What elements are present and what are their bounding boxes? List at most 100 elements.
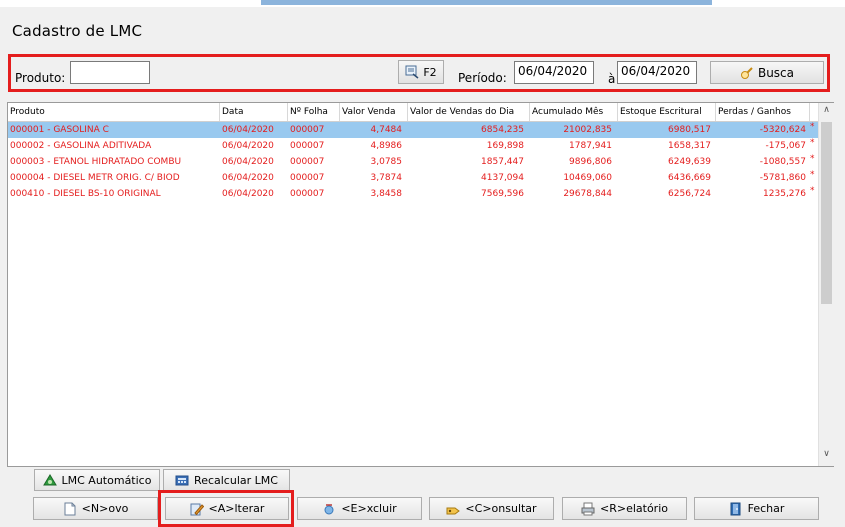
alterar-highlight-box [158,490,294,527]
new-document-icon [63,502,77,516]
cell-valor-venda: 3,7874 [370,173,403,183]
lmc-window: Cadastro de LMC Produto: F2 Período: 06/… [0,7,845,527]
date-from-field[interactable]: 06/04/2020 [514,61,594,84]
cell-perdas: -175,067 [765,141,806,151]
cell-produto: 000004 - DIESEL METR ORIG. C/ BIOD [10,173,180,183]
col-perdas[interactable]: Perdas / Ganhos [716,103,810,121]
cell-valor-venda: 4,8986 [370,141,403,151]
cell-estoque: 6980,517 [668,125,711,135]
cell-acumulado: 21002,835 [563,125,612,135]
row-marker: * [810,154,815,164]
relatorio-label: <R>elatório [600,502,668,515]
cell-data: 06/04/2020 [222,157,274,167]
col-data[interactable]: Data [220,103,288,121]
cell-folha: 000007 [290,157,325,167]
cell-acumulado: 29678,844 [563,189,612,199]
cell-data: 06/04/2020 [222,173,274,183]
busca-button[interactable]: Busca [710,61,824,84]
col-produto[interactable]: Produto [8,103,220,121]
cell-acumulado: 10469,060 [563,173,612,183]
col-estoque[interactable]: Estoque Escritural [618,103,716,121]
recalcular-label: Recalcular LMC [194,473,278,487]
cell-perdas: 1235,276 [763,189,806,199]
cell-folha: 000007 [290,141,325,151]
top-strip-accent [261,0,712,5]
search-panel: Produto: F2 Período: 06/04/2020 à 06/04/… [8,54,830,92]
vertical-scrollbar[interactable]: ∧ ∨ [818,103,834,466]
table-row[interactable]: 000410 - DIESEL BS-10 ORIGINAL 06/04/2020… [8,186,818,202]
cell-produto: 000002 - GASOLINA ADITIVADA [10,141,152,151]
cell-vendas-dia: 169,898 [486,141,524,151]
relatorio-button[interactable]: <R>elatório [562,497,687,520]
periodo-label: Período: [458,71,507,85]
cell-folha: 000007 [290,189,325,199]
cell-valor-venda: 3,0785 [370,157,403,167]
consultar-label: <C>onsultar [465,502,537,515]
cell-produto: 000003 - ETANOL HIDRATADO COMBU [10,157,182,167]
col-vendas-dia[interactable]: Valor de Vendas do Dia [408,103,530,121]
cell-vendas-dia: 7569,596 [481,189,524,199]
table-row[interactable]: 000003 - ETANOL HIDRATADO COMBU 06/04/202… [8,154,818,170]
scroll-up-icon[interactable]: ∧ [819,105,834,115]
fechar-button[interactable]: Fechar [694,497,819,520]
calculator-icon [175,473,189,487]
f2-search-button[interactable]: F2 [398,60,444,84]
cell-acumulado: 1787,941 [569,141,612,151]
cell-vendas-dia: 4137,094 [481,173,524,183]
date-separator: à [608,72,616,86]
top-strip [0,0,845,7]
busca-label: Busca [757,65,795,80]
printer-icon [581,502,595,516]
search-icon [740,66,754,80]
cell-vendas-dia: 1857,447 [481,157,524,167]
cell-data: 06/04/2020 [222,189,274,199]
date-to-field[interactable]: 06/04/2020 [617,61,697,84]
excluir-button[interactable]: <E>xcluir [297,497,422,520]
cell-folha: 000007 [290,173,325,183]
col-acumulado[interactable]: Acumulado Mês [530,103,618,121]
cell-data: 06/04/2020 [222,141,274,151]
exit-door-icon [729,502,743,516]
cell-perdas: -5320,624 [759,125,806,135]
page-title: Cadastro de LMC [12,22,143,40]
row-marker: * [810,170,815,180]
novo-label: <N>ovo [81,502,129,515]
lmc-automatico-button[interactable]: LMC Automático [34,469,160,491]
produto-input[interactable] [70,61,150,84]
cell-acumulado: 9896,806 [569,157,612,167]
lookup-icon [405,65,419,79]
scroll-down-icon[interactable]: ∨ [819,449,834,459]
table-row[interactable]: 000001 - GASOLINA C 06/04/2020 000007 4,748… [8,122,818,138]
cell-estoque: 6436,669 [668,173,711,183]
cell-produto: 000410 - DIESEL BS-10 ORIGINAL [10,189,161,199]
consultar-button[interactable]: <C>onsultar [429,497,554,520]
novo-button[interactable]: <N>ovo [33,497,158,520]
auto-icon [42,473,57,487]
cell-estoque: 6256,724 [668,189,711,199]
cell-vendas-dia: 6854,235 [481,125,524,135]
row-marker: * [810,186,815,196]
row-marker: * [810,138,815,148]
cell-estoque: 1658,317 [668,141,711,151]
cell-perdas: -5781,860 [759,173,806,183]
table-header: Produto Data Nº Folha Valor Venda Valor … [8,103,818,122]
delete-icon [322,502,336,516]
col-folha[interactable]: Nº Folha [288,103,340,121]
recalcular-button[interactable]: Recalcular LMC [163,469,290,491]
produto-label: Produto: [15,71,66,85]
fechar-label: Fechar [747,502,785,515]
row-marker: * [810,122,815,132]
lmc-automatico-label: LMC Automático [61,473,152,487]
table-row[interactable]: 000002 - GASOLINA ADITIVADA 06/04/2020 000… [8,138,818,154]
lmc-table[interactable]: Produto Data Nº Folha Valor Venda Valor … [7,102,834,467]
col-valor-venda[interactable]: Valor Venda [340,103,408,121]
cell-folha: 000007 [290,125,325,135]
f2-label: F2 [423,65,437,79]
consult-icon [446,502,461,516]
scroll-thumb[interactable] [821,122,832,304]
cell-estoque: 6249,639 [668,157,711,167]
table-row[interactable]: 000004 - DIESEL METR ORIG. C/ BIOD 06/04/… [8,170,818,186]
cell-perdas: -1080,557 [759,157,806,167]
cell-valor-venda: 3,8458 [370,189,403,199]
cell-produto: 000001 - GASOLINA C [10,125,109,135]
